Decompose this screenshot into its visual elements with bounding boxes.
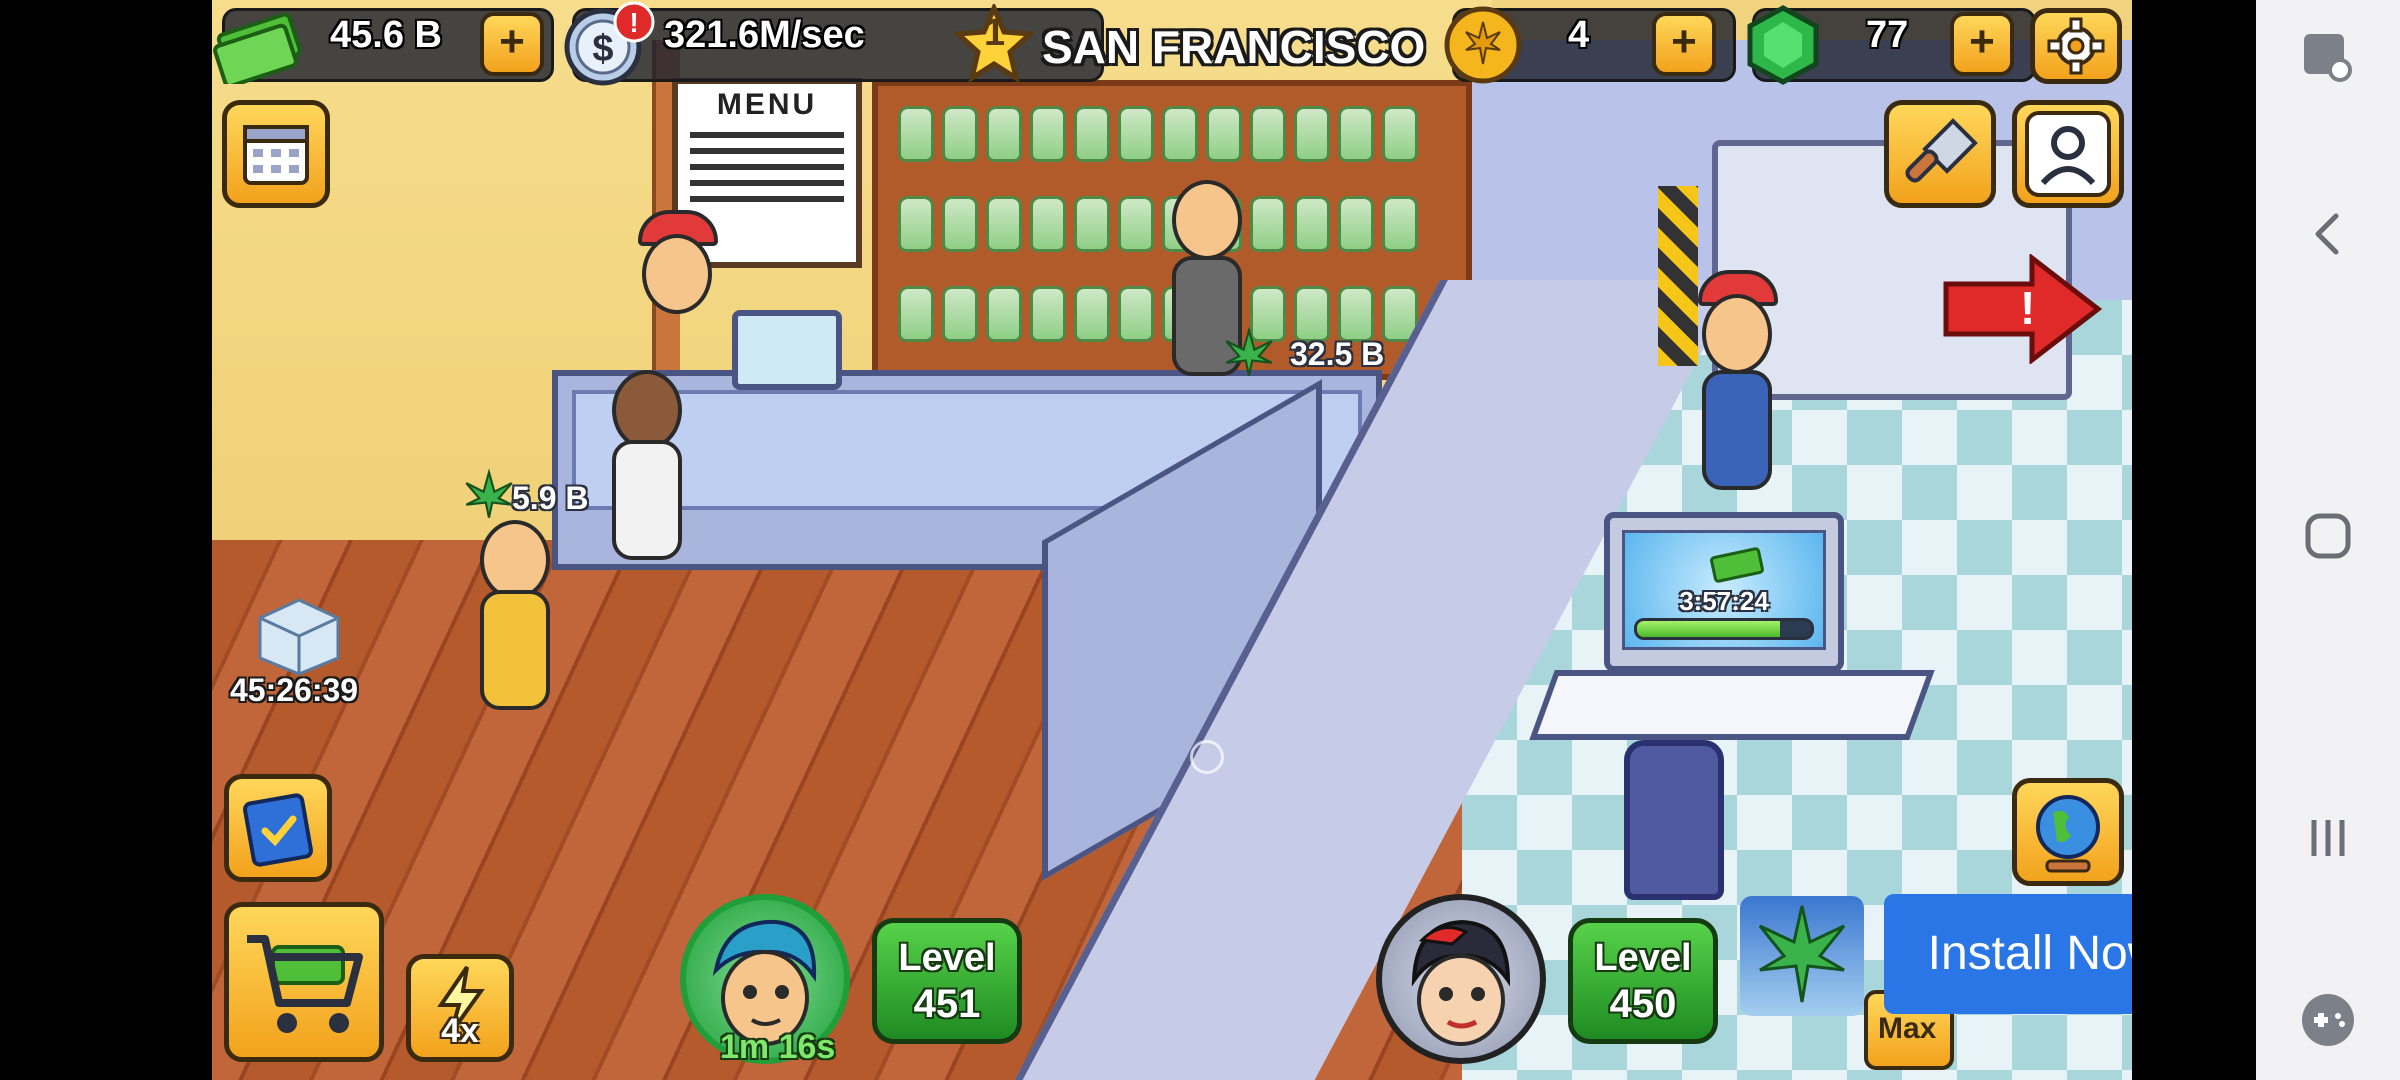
speed-boost-button[interactable]: 4x: [406, 954, 514, 1062]
lab-chair: [1624, 740, 1724, 900]
screenshot-icon[interactable]: [2288, 18, 2368, 98]
leaf-icon: [465, 468, 513, 518]
trowel-icon: [1905, 118, 1978, 183]
max-label: Max: [1878, 1012, 1937, 1045]
svg-text:!: !: [2020, 282, 2035, 334]
letterbox-right: [2132, 0, 2256, 1080]
cash-register[interactable]: [732, 310, 842, 390]
shopping-cart-icon: [247, 935, 363, 1033]
level-value: 450: [1609, 982, 1677, 1026]
system-nav-bar: [2256, 0, 2400, 1080]
gear-icon: [2047, 17, 2105, 75]
manager-ability-timer: 1m 16s: [720, 1028, 836, 1066]
research-progress-fill: [1637, 621, 1780, 637]
add-gems-button[interactable]: +: [1950, 12, 2014, 76]
city-name-label: SAN FRANCISCO: [1042, 21, 1426, 73]
install-now-button[interactable]: Install Now: [1884, 894, 2132, 1014]
earning-label: 5.9 B: [512, 480, 589, 516]
settings-button[interactable]: [2030, 8, 2122, 84]
profile-button[interactable]: [2012, 100, 2124, 208]
level-label: Level: [898, 937, 996, 979]
leaf-coin-icon[interactable]: [1442, 4, 1524, 86]
profile-icon: [2025, 111, 2111, 197]
gem-icon[interactable]: [1742, 4, 1824, 86]
lab-desk: [1529, 670, 1935, 740]
tap-indicator: [1190, 740, 1224, 774]
svg-text:$: $: [592, 28, 613, 70]
cash-stack-icon: [213, 12, 302, 84]
menu-board-title: MENU: [716, 88, 818, 121]
manager-level-button[interactable]: Level 450: [1568, 918, 1718, 1044]
shop-button[interactable]: [224, 902, 384, 1062]
game-viewport[interactable]: MENU 5.9 B 32.5 B 45:26:39 3:57:24 ! 45.…: [212, 0, 2132, 1080]
level-value: 451: [913, 982, 981, 1026]
globe-icon: [2036, 795, 2100, 873]
ad-app-icon[interactable]: [1740, 896, 1864, 1016]
leaf-icon: [1758, 905, 1846, 1003]
research-timer: 3:57:24: [1679, 586, 1769, 616]
speed-boost-label: 4x: [441, 1012, 479, 1050]
book-icon: [243, 793, 313, 867]
mystery-box-icon[interactable]: [256, 596, 342, 676]
cash-stack-icon: [1710, 547, 1764, 583]
cash-value: 45.6 B: [330, 14, 442, 56]
income-rate-value: 321.6M/sec: [664, 14, 865, 56]
home-icon[interactable]: [2288, 496, 2368, 576]
manager-avatar[interactable]: [1376, 894, 1546, 1064]
back-icon[interactable]: [2288, 194, 2368, 274]
research-progress: [1634, 618, 1814, 640]
calendar-button[interactable]: [222, 100, 330, 208]
box-timer: 45:26:39: [230, 672, 359, 708]
game-tools-icon[interactable]: [2288, 980, 2368, 1060]
build-button[interactable]: [1884, 100, 1996, 208]
calendar-icon: [243, 125, 309, 185]
add-coins-button[interactable]: +: [1652, 12, 1716, 76]
level-label: Level: [1594, 937, 1692, 979]
letterbox-left: [0, 0, 212, 1080]
manager-face-icon: [1411, 919, 1511, 1046]
city-rank: 1: [984, 12, 1006, 54]
earning-label: 32.5 B: [1290, 336, 1385, 372]
svg-text:!: !: [629, 7, 638, 38]
world-map-button[interactable]: [2012, 778, 2124, 886]
alert-arrow-icon[interactable]: !: [1942, 254, 2102, 364]
exclamation-icon[interactable]: !: [612, 0, 656, 44]
add-cash-button[interactable]: +: [480, 12, 544, 76]
leaf-icon: [1225, 326, 1273, 376]
gems-value: 77: [1866, 14, 1909, 56]
recent-apps-icon[interactable]: [2288, 798, 2368, 878]
guide-button[interactable]: [224, 774, 332, 882]
manager-level-button[interactable]: Level 451: [872, 918, 1022, 1044]
research-monitor[interactable]: 3:57:24: [1604, 512, 1844, 672]
coins-value: 4: [1568, 14, 1590, 56]
